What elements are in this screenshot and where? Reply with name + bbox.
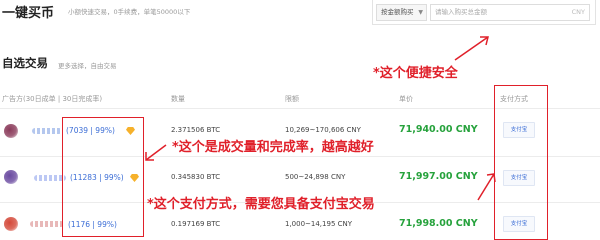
arrow-line-convenient (454, 36, 489, 61)
arrow-line-stats (145, 144, 167, 161)
annotation-arrows (145, 36, 496, 201)
arrow-line-payment (477, 173, 495, 201)
